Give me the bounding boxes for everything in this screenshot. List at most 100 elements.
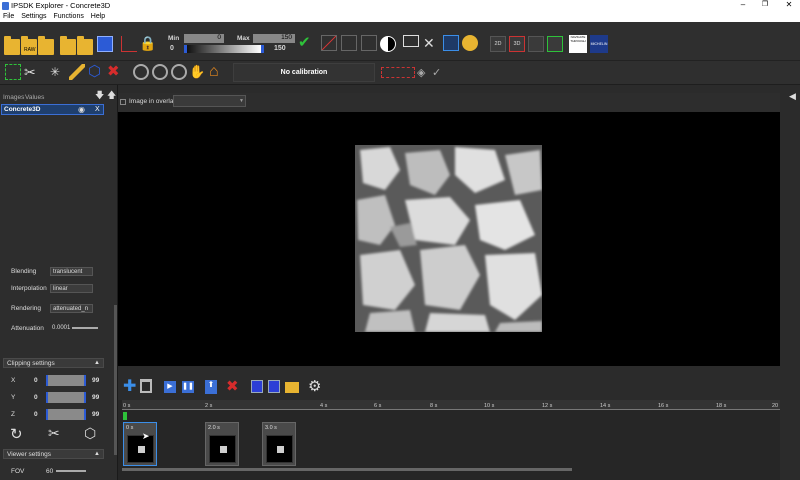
concrete-volume-render[interactable] [355, 145, 542, 332]
save-icon[interactable] [97, 36, 113, 52]
timeline-ruler[interactable] [122, 400, 780, 410]
menu-file[interactable]: File [3, 12, 14, 22]
axes-icon[interactable] [121, 36, 137, 52]
brain-icon[interactable] [462, 35, 478, 51]
rendering-select[interactable]: attenuated_n [50, 304, 93, 313]
delete-keyframe-icon[interactable] [140, 379, 152, 393]
search-document-icon[interactable] [443, 35, 459, 51]
keyframe-0[interactable]: 0 s [123, 422, 157, 466]
min-field[interactable]: 0 [184, 34, 224, 43]
attenuation-slider[interactable] [72, 327, 98, 329]
max-field[interactable]: 150 [253, 34, 295, 43]
expand-right-icon[interactable]: ◀ [789, 91, 796, 102]
contrast-icon[interactable] [380, 36, 396, 52]
scissors-icon[interactable]: ✂ [24, 64, 40, 80]
overlay-label: Image in overlay [129, 98, 177, 105]
save-animation-icon[interactable] [251, 380, 263, 393]
menu-functions[interactable]: Functions [53, 12, 83, 22]
open-stack-icon[interactable] [38, 36, 54, 55]
multi-view-icon[interactable] [547, 36, 563, 52]
magic-wand-icon[interactable]: ✳ [50, 64, 66, 80]
menu-settings[interactable]: Settings [21, 12, 46, 22]
close-button[interactable]: ✕ [782, 0, 796, 12]
arrow-up-icon[interactable]: 🡅 [107, 88, 116, 104]
overlay-select[interactable]: ▼ [173, 95, 246, 107]
remove-image-button[interactable]: X [95, 106, 100, 113]
measure-check-icon[interactable]: ✓ [432, 65, 448, 81]
pan-hand-icon[interactable]: ✋ [189, 64, 205, 80]
keyframe-2[interactable]: 3.0 s [262, 422, 296, 466]
apply-check-icon[interactable]: ✔ [298, 35, 314, 51]
viewer-settings-header[interactable]: Viewer settings ▲ [3, 449, 104, 459]
view-2d-button[interactable]: 2D [490, 36, 506, 52]
image-viewer[interactable] [118, 112, 780, 366]
settings-gear-icon[interactable]: ⚙ [308, 378, 321, 395]
open-add-blue-icon[interactable] [77, 36, 93, 55]
minimize-button[interactable]: – [736, 0, 750, 12]
calibrate-icon[interactable]: ◈ [417, 65, 433, 81]
title-bar: IPSDK Explorer - Concrete3D – ❐ ✕ [0, 0, 800, 12]
attenuation-label: Attenuation [11, 325, 44, 332]
blending-select[interactable]: translucent [50, 267, 93, 276]
michelin-logo[interactable]: MICHELIN [590, 35, 608, 53]
overlay-checkbox[interactable] [120, 99, 126, 105]
zoom-in-icon[interactable] [152, 64, 168, 80]
pause-icon[interactable]: ❚❚ [182, 381, 194, 393]
maximize-button[interactable]: ❐ [758, 0, 772, 12]
blending-value: translucent [53, 269, 83, 275]
arrow-down-icon[interactable]: 🡇 [95, 88, 104, 104]
interpolation-select[interactable]: linear [50, 284, 93, 293]
reset-rotation-icon[interactable]: ↻ [10, 425, 23, 443]
cube-icon[interactable]: ⬡ [84, 425, 96, 442]
open-animation-icon[interactable] [285, 382, 299, 393]
view-3d-button[interactable]: 3D [509, 36, 525, 52]
play-from-start-icon[interactable]: ▶ [164, 381, 176, 393]
image-list-item[interactable]: Concrete3D ◉ X [1, 104, 104, 115]
open-add-icon[interactable] [60, 36, 76, 55]
playhead[interactable] [123, 412, 127, 420]
ruler-icon[interactable] [69, 64, 85, 80]
delete-shape-icon[interactable]: ✖ [107, 64, 123, 80]
menu-help[interactable]: Help [91, 12, 105, 22]
tick-2: 2 s [205, 403, 213, 409]
save-as-animation-icon[interactable] [268, 380, 280, 393]
scale-bar-icon[interactable] [381, 67, 415, 78]
keyframe-1[interactable]: 2.0 s [205, 422, 239, 466]
timeline[interactable]: 0 s 2 s 4 s 6 s 8 s 10 s 12 s 14 s 16 s … [118, 400, 780, 480]
lut-curve-icon[interactable] [341, 35, 357, 51]
eye-icon[interactable]: ◉ [78, 105, 85, 114]
upload-icon[interactable]: ⬆ [205, 380, 217, 394]
tools-icon[interactable]: ✕ [423, 35, 439, 51]
open-folder-icon[interactable] [4, 36, 20, 55]
hexagon-icon[interactable]: ⬡ [88, 64, 104, 80]
fov-slider[interactable] [56, 470, 86, 472]
clip-scissors-icon[interactable]: ✂ [48, 425, 60, 442]
open-raw-icon[interactable]: RAW [21, 36, 37, 55]
clip-z-min: 0 [34, 411, 38, 418]
calibration-box[interactable]: No calibration [233, 63, 375, 82]
clear-animation-icon[interactable]: ✖ [226, 379, 239, 395]
tab-images[interactable]: Images [3, 94, 24, 101]
clip-y-slider[interactable] [46, 392, 86, 403]
clip-z-slider[interactable] [46, 409, 86, 420]
tab-values[interactable]: Values [25, 94, 44, 101]
select-rect-icon[interactable] [5, 64, 21, 80]
left-panel-scrollbar[interactable] [114, 305, 117, 455]
collapse-icon[interactable]: ▲ [94, 359, 100, 368]
timeline-scrollbar[interactable] [122, 468, 572, 471]
lut-linear-icon[interactable] [321, 35, 337, 51]
clipping-settings-header[interactable]: Clipping settings ▲ [3, 358, 104, 368]
rendering-value: attenuated_n [53, 306, 89, 312]
collapse-viewer-icon[interactable]: ▲ [94, 450, 100, 459]
lock-icon[interactable]: 🔒 [139, 35, 156, 51]
home-icon[interactable]: ⌂ [209, 63, 225, 80]
range-slider[interactable] [184, 45, 264, 53]
zoom-out-icon[interactable] [171, 64, 187, 80]
grid-view-icon[interactable] [528, 36, 544, 52]
zoom-fit-icon[interactable] [133, 64, 149, 80]
clip-x-slider[interactable] [46, 375, 86, 386]
lut-log-icon[interactable] [361, 35, 377, 51]
add-keyframe-icon[interactable]: ✚ [123, 379, 136, 395]
monitor-icon[interactable] [403, 35, 419, 47]
navigate-logo[interactable]: NAVIGATE THROUGH [569, 35, 587, 53]
